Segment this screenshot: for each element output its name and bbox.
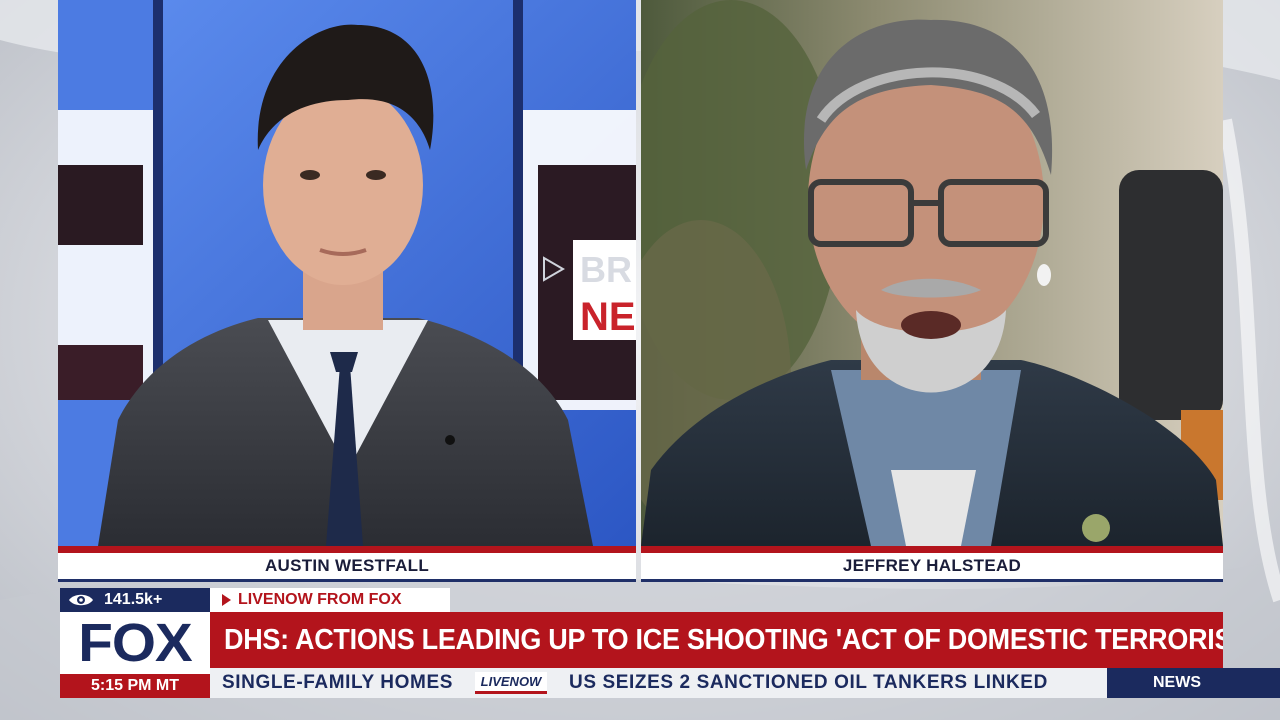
ticker-category-tab: NEWS (1107, 668, 1280, 698)
viewer-count: 141.5k+ (104, 591, 163, 608)
clock-time: 5:15 PM MT (90, 677, 179, 694)
studio-wall-text-top: BR (580, 249, 632, 290)
ticker-livenow-logo: LIVENOW (475, 672, 547, 694)
news-ticker: SINGLE-FAMILY HOMES LIVENOW US SEIZES 2 … (210, 668, 1107, 698)
ticker-item: SINGLE-FAMILY HOMES (222, 672, 453, 693)
ticker-item: US SEIZES 2 SANCTIONED OIL TANKERS LINKE… (569, 672, 1048, 693)
eye-icon (69, 594, 93, 606)
guest-name-label: JEFFREY HALSTEAD (842, 556, 1022, 575)
guest-name-strip: JEFFREY HALSTEAD (641, 546, 1223, 582)
host-name-strip: AUSTIN WESTFALL (58, 546, 636, 582)
studio-wall-text-bottom: NE (580, 295, 636, 339)
livenow-tag-label: LIVENOW FROM FOX (238, 591, 402, 608)
host-video-pane: BR NE (58, 0, 636, 546)
host-name-label: AUSTIN WESTFALL (264, 556, 430, 575)
ticker-category-label: NEWS (1153, 674, 1201, 691)
viewer-count-bar: 141.5k+ (60, 588, 210, 612)
headline-text: DHS: ACTIONS LEADING UP TO ICE SHOOTING … (224, 623, 1223, 656)
play-triangle-icon (222, 594, 231, 606)
headline-bar: DHS: ACTIONS LEADING UP TO ICE SHOOTING … (210, 612, 1223, 668)
livenow-tag: LIVENOW FROM FOX (210, 588, 450, 612)
fox-brand-box: 141.5k+ FOX 5:15 PM MT (60, 588, 210, 698)
fox-logo: FOX (78, 613, 192, 673)
guest-video-pane (641, 0, 1223, 546)
clock-bar: 5:15 PM MT (60, 674, 210, 698)
